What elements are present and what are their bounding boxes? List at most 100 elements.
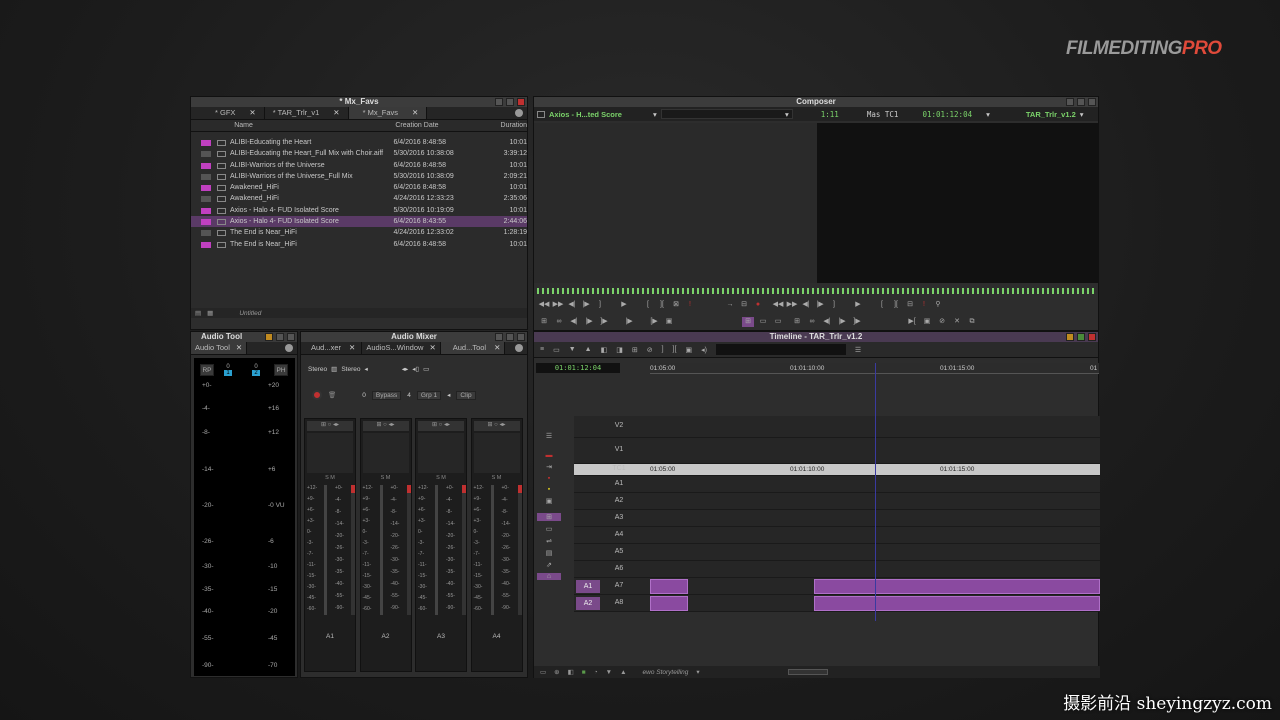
- close-icon[interactable]: [287, 333, 295, 341]
- timeline-view-name[interactable]: ewo Storytelling: [643, 669, 689, 676]
- col-name[interactable]: Name: [234, 120, 395, 131]
- minimize-icon[interactable]: [495, 333, 503, 341]
- maximize-icon[interactable]: [506, 98, 514, 106]
- maximize-icon[interactable]: [1077, 98, 1085, 106]
- tab-audio-tool[interactable]: Audio Tool ✕: [191, 342, 248, 354]
- bin-view-name[interactable]: Untitled: [239, 310, 261, 317]
- col-date[interactable]: Creation Date: [395, 120, 476, 131]
- solo-mute[interactable]: S M: [416, 475, 466, 483]
- footer-icon-1[interactable]: ▭: [540, 668, 546, 676]
- source-lock-icon[interactable]: ▣: [663, 317, 675, 327]
- mark-in-icon[interactable]: [: [642, 300, 654, 310]
- timeline-settings-icon[interactable]: ≡: [540, 346, 544, 353]
- overwrite-icon[interactable]: ⊟: [738, 300, 750, 310]
- composer-titlebar[interactable]: Composer: [534, 97, 1098, 107]
- timeline-tracks[interactable]: V2 V1 TC1 01:05:00 01:01:10:00 01:01:15:00 A1 A…: [574, 416, 1100, 622]
- track-label[interactable]: A7: [604, 582, 634, 589]
- audio-tool-titlebar[interactable]: Audio Tool: [191, 332, 297, 342]
- record-icon[interactable]: ●: [752, 300, 764, 310]
- red-dot-icon[interactable]: ▪: [548, 475, 550, 482]
- track-row[interactable]: TC1 01:05:00 01:01:10:00 01:01:15:00: [574, 464, 1100, 476]
- close-tab-icon[interactable]: ✕: [429, 342, 435, 354]
- sequence-menu[interactable]: TAR_Trlr_v1.2: [1026, 110, 1076, 119]
- mixer-pan-icon[interactable]: ◂▯: [412, 365, 419, 373]
- dropdown-arrow-icon[interactable]: ▾: [986, 110, 990, 119]
- tab-audio-tool-2[interactable]: Aud...Tool ✕: [440, 342, 506, 354]
- track-label[interactable]: A8: [604, 599, 634, 606]
- footer-icon-4[interactable]: ◔: [594, 669, 598, 676]
- bin-row[interactable]: ALIBI-Warriors of the Universe 6/4/2016 8…: [191, 160, 527, 171]
- rec-x-icon[interactable]: ✕: [951, 317, 963, 327]
- rec-trim-left-icon[interactable]: ◀|: [821, 317, 833, 327]
- mark-out-icon[interactable]: ]: [662, 346, 664, 353]
- close-tab-icon[interactable]: ✕: [494, 342, 500, 354]
- rec-no-icon[interactable]: ⊘: [936, 317, 948, 327]
- minimize-icon[interactable]: [495, 98, 503, 106]
- track-label[interactable]: V2: [604, 422, 634, 429]
- tl-tool-b-icon[interactable]: ⇌: [546, 537, 552, 545]
- match-frame-icon[interactable]: [▶: [648, 317, 660, 327]
- track-label[interactable]: A6: [604, 565, 634, 572]
- panel-menu-icon[interactable]: [515, 344, 523, 352]
- track-row[interactable]: V2: [574, 416, 1100, 438]
- sync-icon[interactable]: ⊞: [538, 317, 550, 327]
- minimize-icon[interactable]: [1066, 98, 1074, 106]
- mono-stereo-icon[interactable]: ▥: [331, 365, 337, 373]
- bin-row[interactable]: The End is Near_HiFi 6/4/2016 8:48:58 10:0…: [191, 239, 527, 250]
- rec-top-icon[interactable]: ▣: [921, 317, 933, 327]
- maximize-icon[interactable]: [506, 333, 514, 341]
- rec-marker-icon[interactable]: !: [918, 300, 930, 310]
- video-quality-icon[interactable]: ▭: [553, 346, 560, 354]
- clip-button[interactable]: Clip: [456, 390, 476, 400]
- track-row[interactable]: A1: [574, 476, 1100, 493]
- close-icon[interactable]: [1088, 98, 1096, 106]
- segment-icon[interactable]: ◨: [616, 346, 623, 354]
- timeline-titlebar[interactable]: Timeline - TAR_Trlr_v1.2: [534, 332, 1098, 342]
- extract-icon[interactable]: ⚲: [932, 300, 944, 310]
- trim-left-icon[interactable]: ◀|: [568, 317, 580, 327]
- close-tab-icon[interactable]: ✕: [249, 107, 255, 119]
- bin-row[interactable]: ALIBI-Warriors of the Universe_Full Mix 5…: [191, 171, 527, 182]
- sync-lock-icon[interactable]: ▣: [685, 346, 692, 354]
- pan-knob[interactable]: [473, 433, 520, 473]
- compose-icon[interactable]: ▭: [757, 317, 769, 327]
- audio-clip[interactable]: [650, 596, 688, 611]
- track-menu-icon[interactable]: ☰: [546, 432, 552, 440]
- footer-icon-5[interactable]: ▼: [606, 669, 612, 676]
- tl-tool-c-icon[interactable]: ▤: [546, 549, 553, 557]
- track-label[interactable]: A4: [604, 531, 634, 538]
- splice-in-icon[interactable]: →: [724, 300, 736, 310]
- step-forward-icon[interactable]: |▶: [580, 300, 592, 310]
- close-icon[interactable]: [517, 333, 525, 341]
- maximize-icon[interactable]: [276, 333, 284, 341]
- source-track-label[interactable]: A2: [576, 597, 600, 610]
- position-bar[interactable]: [537, 288, 1095, 294]
- close-tab-icon[interactable]: ✕: [236, 342, 242, 354]
- bin-titlebar[interactable]: * Mx_Favs: [191, 97, 527, 107]
- tc-label[interactable]: Mas TC1: [867, 110, 899, 119]
- list-view-icon[interactable]: ▤: [195, 309, 201, 317]
- footer-icon-2[interactable]: ⊕: [554, 668, 559, 676]
- bin-row[interactable]: Awakened_HiFi 6/4/2016 8:48:58 10:01: [191, 182, 527, 193]
- tab-gfx[interactable]: * GFX ✕: [191, 107, 265, 119]
- arrow-left-icon[interactable]: ◂: [447, 391, 450, 399]
- rec-link-icon[interactable]: ∞: [806, 317, 818, 327]
- rec-sync-icon[interactable]: ⊞: [791, 317, 803, 327]
- tl-tool-d-icon[interactable]: ⇗: [546, 561, 552, 569]
- frame-view-icon[interactable]: ▦: [207, 309, 213, 317]
- bin-menu-icon[interactable]: [515, 109, 523, 117]
- solo-mute[interactable]: S M: [472, 475, 522, 483]
- minimize-icon[interactable]: [1066, 333, 1074, 341]
- tab-audio-mixer[interactable]: Aud...xer ✕: [301, 342, 363, 354]
- bin-row[interactable]: The End is Near_HiFi 4/24/2016 12:33:02 1:…: [191, 227, 527, 238]
- mark-out-icon[interactable]: ]: [594, 300, 606, 310]
- add-edit-icon[interactable]: ⇥: [546, 463, 552, 471]
- rec-step-forward-icon[interactable]: |▶: [814, 300, 826, 310]
- rec-step-back-icon[interactable]: ◀|: [800, 300, 812, 310]
- no-entry-icon[interactable]: ⊘: [647, 346, 653, 354]
- down-arrow-icon[interactable]: ▼: [569, 346, 576, 353]
- solo-mute[interactable]: S M: [361, 475, 411, 483]
- fast-forward-icon[interactable]: ▶▶: [552, 300, 564, 310]
- mark-clip-icon[interactable]: ][: [656, 300, 668, 310]
- timecode-display[interactable]: 01:01:12:04: [536, 363, 620, 373]
